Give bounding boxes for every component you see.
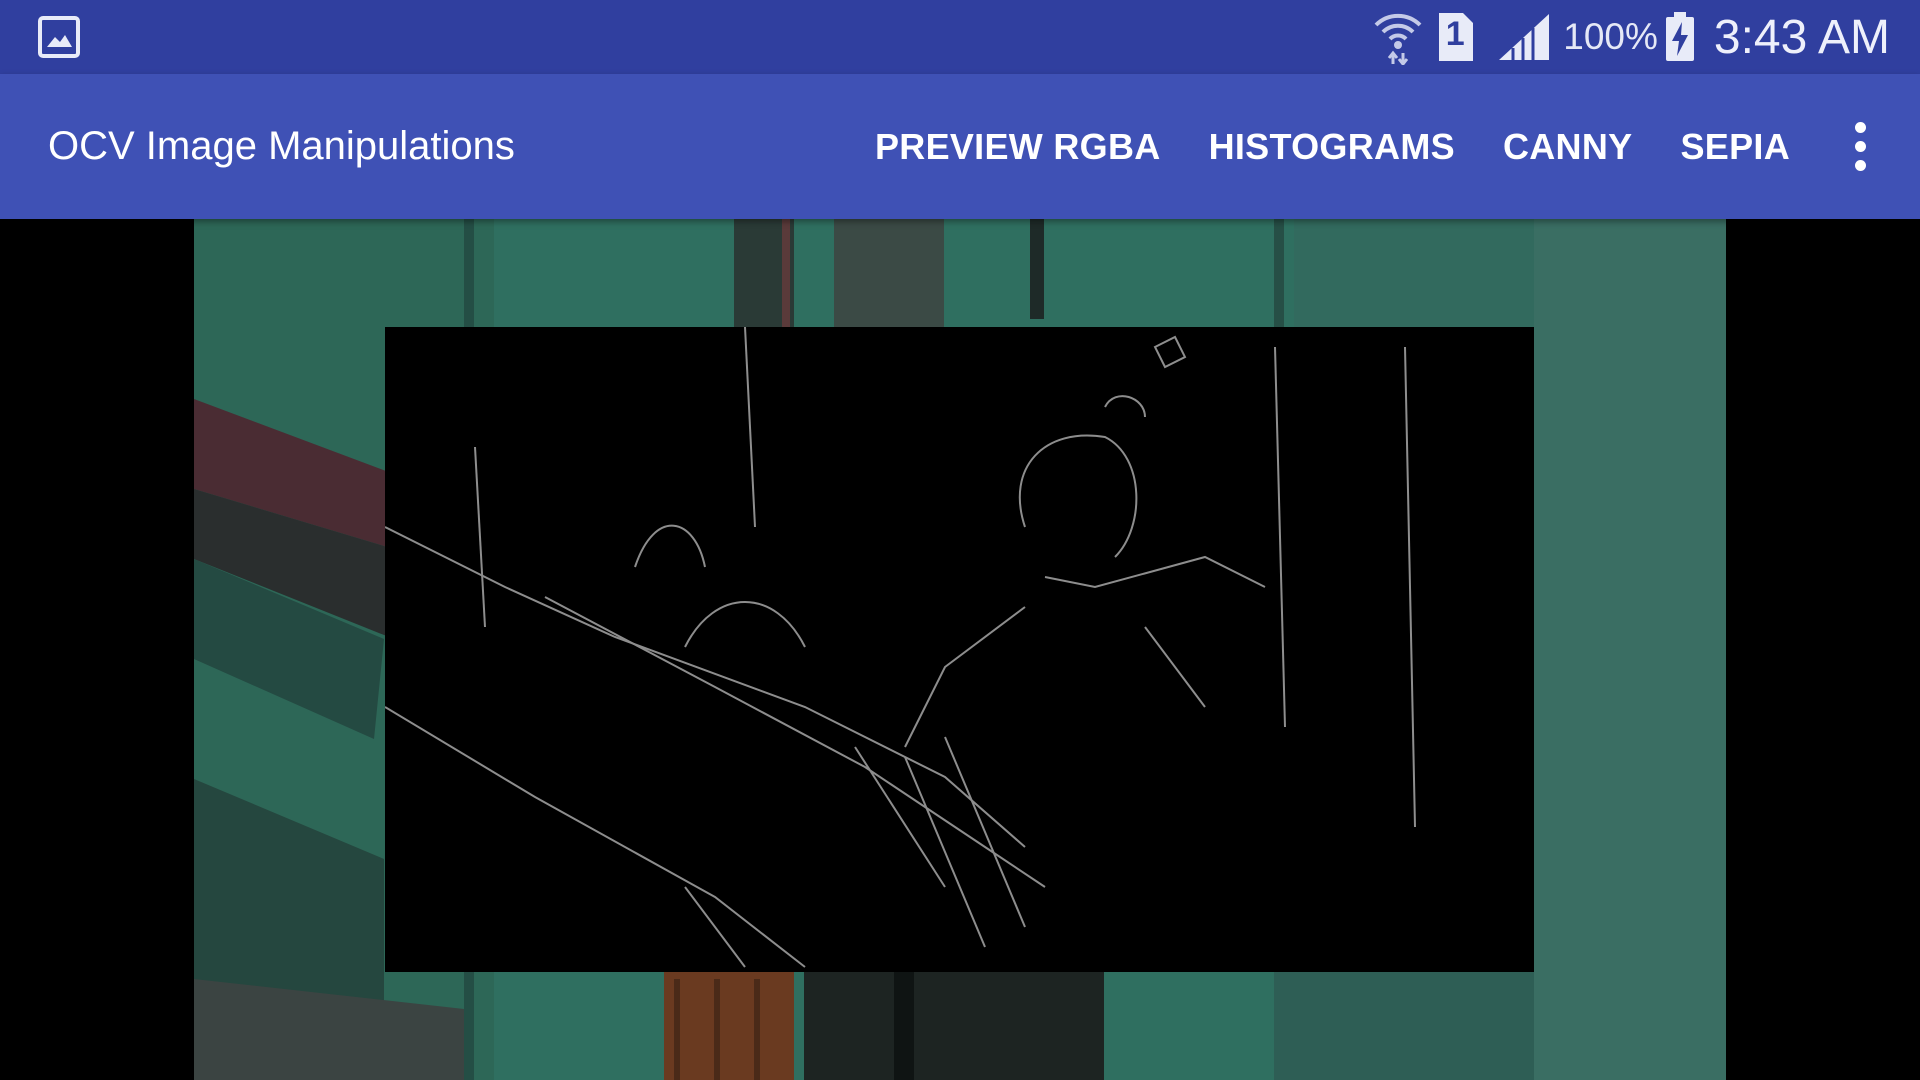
gallery-notification-icon xyxy=(38,16,80,58)
action-menu: PREVIEW RGBA HISTOGRAMS CANNY SEPIA xyxy=(827,74,1790,219)
app-title: OCV Image Manipulations xyxy=(48,124,515,168)
canny-button[interactable]: CANNY xyxy=(1503,126,1633,168)
sim-1-icon: 1 xyxy=(1435,11,1475,63)
sim-number: 1 xyxy=(1445,15,1465,53)
canny-edge-overlay xyxy=(384,326,1534,972)
wifi-icon xyxy=(1374,13,1422,65)
status-icons: 1 100% 3:43 AM xyxy=(1361,0,1890,74)
more-vert-icon[interactable] xyxy=(1830,116,1890,176)
status-bar: 1 100% 3:43 AM xyxy=(0,0,1920,74)
clock: 3:43 AM xyxy=(1713,10,1890,64)
battery-percent: 100% xyxy=(1563,16,1658,57)
app-bar: OCV Image Manipulations PREVIEW RGBA HIS… xyxy=(0,74,1920,219)
edge-lines xyxy=(384,326,1416,968)
battery-charging-icon xyxy=(1665,12,1694,61)
histograms-button[interactable]: HISTOGRAMS xyxy=(1209,126,1455,168)
camera-preview[interactable] xyxy=(194,219,1726,1080)
signal-icon xyxy=(1499,14,1550,60)
preview-rgba-button[interactable]: PREVIEW RGBA xyxy=(875,126,1161,168)
sepia-button[interactable]: SEPIA xyxy=(1680,126,1790,168)
